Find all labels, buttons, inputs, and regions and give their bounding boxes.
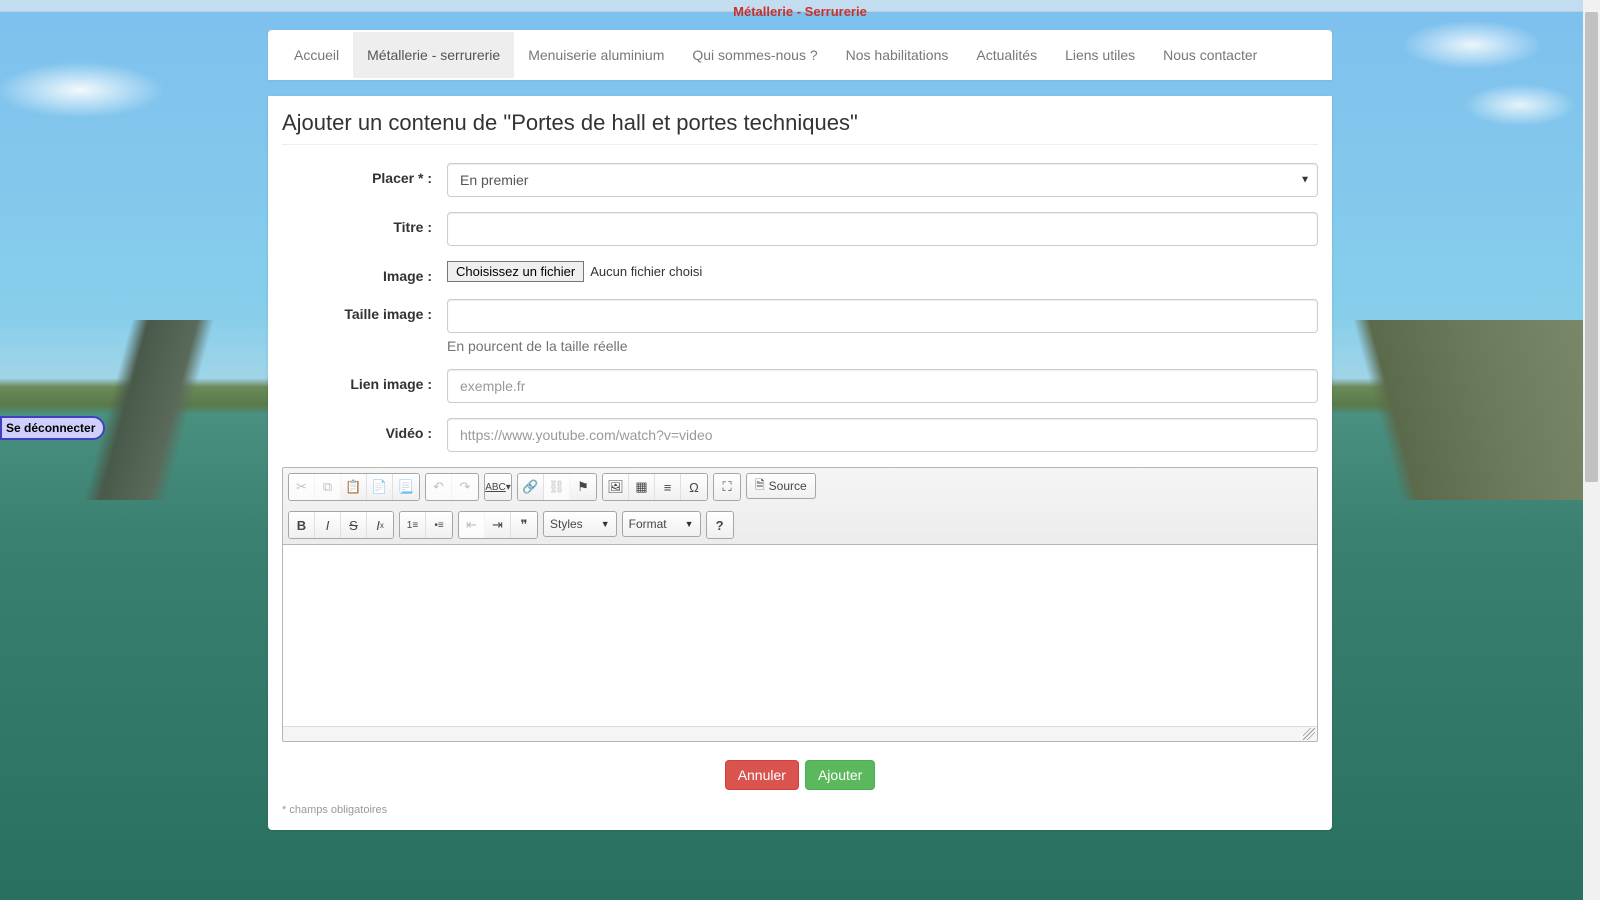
required-footnote: * champs obligatoires [282,804,1318,816]
taille-help-text: En pourcent de la taille réelle [447,338,1318,354]
indent-icon[interactable]: ⇥ [485,512,511,538]
nav-contact[interactable]: Nous contacter [1149,32,1271,78]
taille-label: Taille image : [282,299,447,322]
link-icon[interactable]: 🔗 [518,474,544,500]
outdent-icon: ⇤ [459,512,485,538]
choose-file-button[interactable]: Choisissez un fichier [447,261,584,282]
nav-actualites[interactable]: Actualités [962,32,1051,78]
logout-button[interactable]: Se déconnecter [0,416,105,440]
maximize-icon[interactable]: ⛶ [714,474,740,500]
source-doc-icon: 🗎 [755,476,765,497]
submit-button[interactable]: Ajouter [805,760,875,790]
nav-qui-sommes-nous[interactable]: Qui sommes-nous ? [678,32,831,78]
blockquote-icon[interactable]: ❞ [511,512,537,538]
paste-word-icon[interactable]: 📃 [393,474,419,500]
image-label: Image : [282,261,447,284]
editor-toolbar: ✂ ⧉ 📋 📄 📃 ↶ ↷ ABC▾ 🔗 ⛓ ⚑ [283,468,1317,545]
chevron-down-icon: ▼ [685,519,694,529]
bullet-list-icon[interactable]: •≡ [426,512,452,538]
video-input[interactable] [447,418,1318,452]
resize-grip-icon[interactable] [1303,728,1315,740]
styles-dropdown[interactable]: Styles▼ [543,511,617,537]
taille-input[interactable] [447,299,1318,333]
remove-format-icon[interactable]: Ix [367,512,393,538]
nav-liens-utiles[interactable]: Liens utiles [1051,32,1149,78]
format-dropdown[interactable]: Format▼ [622,511,701,537]
lien-input[interactable] [447,369,1318,403]
redo-icon: ↷ [452,474,478,500]
spellcheck-icon[interactable]: ABC▾ [485,474,511,500]
cancel-button[interactable]: Annuler [725,760,799,790]
image-icon[interactable]: 🖼 [603,474,629,500]
chevron-down-icon: ▼ [601,519,610,529]
undo-icon: ↶ [426,474,452,500]
copy-icon: ⧉ [315,474,341,500]
titre-label: Titre : [282,212,447,235]
titre-input[interactable] [447,212,1318,246]
cut-icon: ✂ [289,474,315,500]
placer-select[interactable]: En premier [447,163,1318,197]
bold-icon[interactable]: B [289,512,315,538]
strike-icon[interactable]: S [341,512,367,538]
nav-metallerie[interactable]: Métallerie - serrurerie [353,32,514,78]
page-title: Ajouter un contenu de "Portes de hall et… [282,110,1318,145]
placer-label: Placer * : [282,163,447,186]
specialchar-icon[interactable]: Ω [681,474,707,500]
lien-label: Lien image : [282,369,447,392]
help-icon[interactable]: ? [707,512,733,538]
paste-text-icon[interactable]: 📄 [367,474,393,500]
hr-icon[interactable]: ≡ [655,474,681,500]
source-button[interactable]: 🗎 Source [746,473,816,499]
scrollbar-track[interactable] [1583,0,1600,900]
anchor-icon[interactable]: ⚑ [570,474,596,500]
unlink-icon: ⛓ [544,474,570,500]
editor-content-area[interactable] [283,545,1317,727]
content-panel: Ajouter un contenu de "Portes de hall et… [268,96,1332,830]
table-icon[interactable]: ▦ [629,474,655,500]
form-actions: Annuler Ajouter [282,760,1318,790]
video-label: Vidéo : [282,418,447,441]
numbered-list-icon[interactable]: 1≡ [400,512,426,538]
italic-icon[interactable]: I [315,512,341,538]
editor-statusbar [283,727,1317,741]
nav-habilitations[interactable]: Nos habilitations [832,32,963,78]
scrollbar-thumb[interactable] [1585,12,1598,482]
nav-accueil[interactable]: Accueil [280,32,353,78]
nav-menuiserie[interactable]: Menuiserie aluminium [514,32,678,78]
main-nav: Accueil Métallerie - serrurerie Menuiser… [268,30,1332,80]
rich-text-editor: ✂ ⧉ 📋 📄 📃 ↶ ↷ ABC▾ 🔗 ⛓ ⚑ [282,467,1318,742]
paste-icon[interactable]: 📋 [341,474,367,500]
file-status-text: Aucun fichier choisi [590,264,702,279]
